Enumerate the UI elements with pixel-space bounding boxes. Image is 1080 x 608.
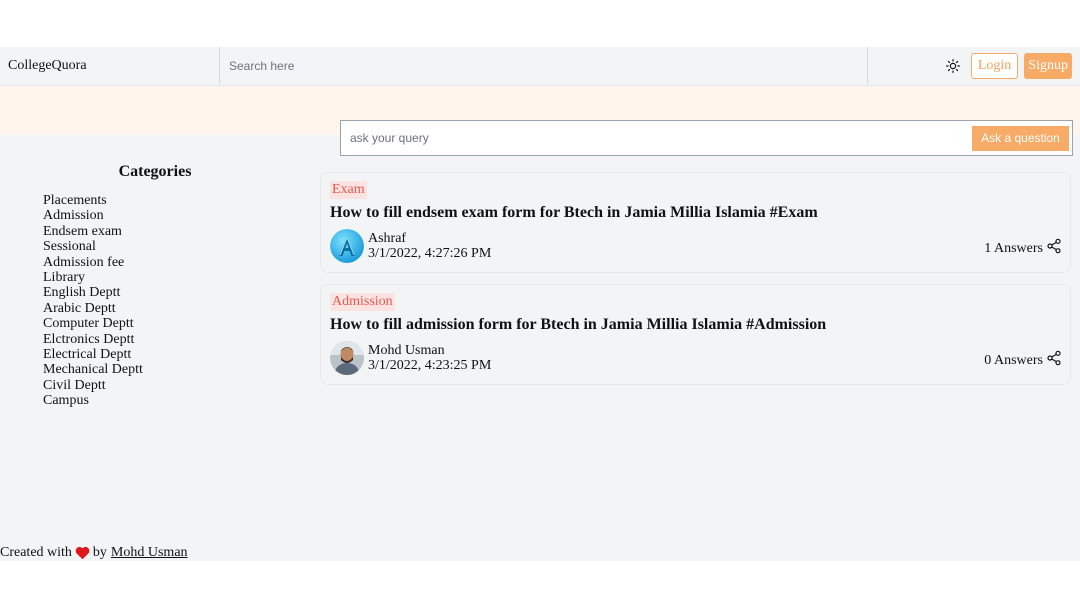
nav-actions: Login Signup — [868, 47, 1080, 85]
categories-title: Categories — [118, 163, 192, 180]
category-item[interactable]: Computer Deptt — [43, 316, 310, 331]
question-tag[interactable]: Exam — [330, 181, 367, 199]
question-author: Mohd Usman 3/1/2022, 4:23:25 PM — [330, 341, 491, 375]
category-item[interactable]: Endsem exam — [43, 224, 310, 239]
heart-icon — [75, 546, 90, 560]
question-card[interactable]: Exam How to fill endsem exam form for Bt… — [320, 172, 1071, 273]
answers-info: 0 Answers — [984, 350, 1062, 371]
ask-question-box: Ask a question — [340, 120, 1073, 156]
question-date: 3/1/2022, 4:27:26 PM — [368, 246, 492, 261]
avatar — [330, 341, 364, 375]
category-item[interactable]: Campus — [43, 393, 310, 408]
ask-query-input[interactable] — [350, 131, 972, 145]
author-name[interactable]: Mohd Usman — [368, 343, 491, 359]
category-item[interactable]: Library — [43, 270, 310, 285]
question-tag[interactable]: Admission — [330, 293, 395, 311]
author-meta: Mohd Usman 3/1/2022, 4:23:25 PM — [368, 343, 491, 374]
category-item[interactable]: Admission fee — [43, 255, 310, 270]
login-button[interactable]: Login — [970, 53, 1019, 79]
question-title[interactable]: How to fill endsem exam form for Btech i… — [330, 204, 818, 222]
footer: Created with by Mohd Usman — [0, 545, 188, 561]
sun-icon[interactable] — [945, 58, 961, 74]
ask-question-button[interactable]: Ask a question — [972, 125, 1069, 151]
category-item[interactable]: Civil Deptt — [43, 378, 310, 393]
footer-by: by — [92, 545, 107, 560]
category-item[interactable]: Electrical Deptt — [43, 347, 310, 362]
footer-prefix: Created with — [0, 545, 72, 560]
category-item[interactable]: Admission — [43, 208, 310, 223]
share-icon[interactable] — [1046, 350, 1062, 371]
app-container: CollegeQuora Login Signup Ask a question — [0, 47, 1080, 561]
search-input[interactable] — [229, 59, 867, 73]
avatar — [330, 229, 364, 263]
answers-count[interactable]: 1 Answers — [984, 241, 1043, 257]
question-title[interactable]: How to fill admission form for Btech in … — [330, 316, 826, 334]
answers-count[interactable]: 0 Answers — [984, 353, 1043, 369]
categories-list: Placements Admission Endsem exam Session… — [0, 193, 310, 409]
question-card[interactable]: Admission How to fill admission form for… — [320, 284, 1071, 385]
navbar: CollegeQuora Login Signup — [0, 47, 1080, 86]
footer-author-link[interactable]: Mohd Usman — [111, 545, 188, 561]
question-date: 3/1/2022, 4:23:25 PM — [368, 358, 492, 373]
category-item[interactable]: English Deptt — [43, 285, 310, 300]
answers-info: 1 Answers — [984, 238, 1062, 259]
categories-panel: Categories Placements Admission Endsem e… — [0, 163, 310, 409]
category-item[interactable]: Mechanical Deptt — [43, 362, 310, 377]
question-author: Ashraf 3/1/2022, 4:27:26 PM — [330, 229, 491, 263]
category-item[interactable]: Arabic Deptt — [43, 301, 310, 316]
signup-button[interactable]: Signup — [1024, 53, 1072, 79]
author-meta: Ashraf 3/1/2022, 4:27:26 PM — [368, 231, 491, 262]
author-name[interactable]: Ashraf — [368, 231, 491, 247]
brand-logo[interactable]: CollegeQuora — [0, 47, 220, 85]
category-item[interactable]: Elctronics Deptt — [43, 332, 310, 347]
category-item[interactable]: Placements — [43, 193, 310, 208]
category-item[interactable]: Sessional — [43, 239, 310, 254]
search-bar — [220, 47, 868, 85]
share-icon[interactable] — [1046, 238, 1062, 259]
